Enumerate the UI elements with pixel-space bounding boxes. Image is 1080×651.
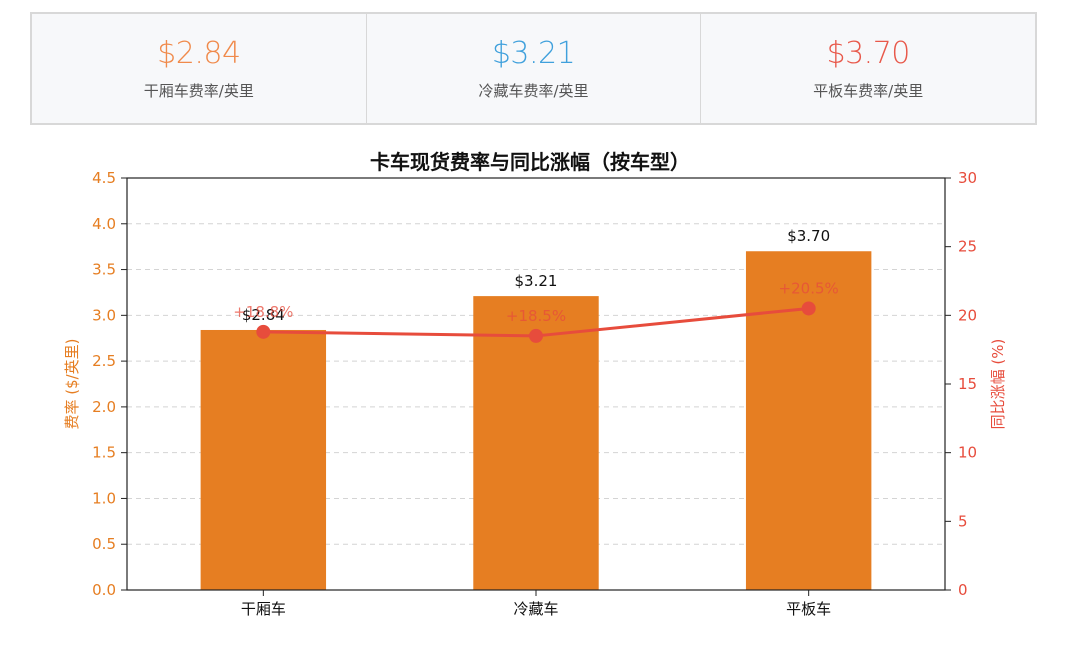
yoy-point — [256, 324, 271, 339]
y-tick-label: 2.0 — [92, 398, 116, 416]
y2-tick-label: 15 — [958, 375, 977, 393]
y-tick-label: 1.5 — [92, 444, 116, 462]
bar-value-label: $3.70 — [787, 227, 830, 245]
y2-tick-label: 5 — [958, 512, 968, 530]
bar-value-label: $3.21 — [515, 272, 558, 290]
y-tick-label: 2.5 — [92, 352, 116, 370]
bar-layer — [200, 251, 872, 590]
kpi-value: $3.21 — [491, 36, 576, 71]
y-tick-label: 0.5 — [92, 535, 116, 553]
y-tick-label: 4.0 — [92, 215, 116, 233]
y2-tick-label: 10 — [958, 444, 977, 462]
kpi-strip: $2.84 干厢车费率/英里 $3.21 冷藏车费率/英里 $3.70 平板车费… — [30, 12, 1037, 125]
kpi-card-reefer: $3.21 冷藏车费率/英里 — [367, 14, 702, 123]
y2-tick-label: 20 — [958, 306, 977, 324]
kpi-value: $2.84 — [157, 36, 241, 71]
y2-tick-label: 25 — [958, 238, 977, 256]
x-tick-label: 平板车 — [786, 600, 831, 618]
yoy-point — [529, 328, 543, 343]
y-tick-label: 1.0 — [92, 489, 116, 507]
chart-title: 卡车现货费率与同比涨幅（按车型） — [370, 150, 690, 174]
y2-tick-label: 30 — [958, 169, 977, 187]
kpi-label: 平板车费率/英里 — [813, 82, 924, 100]
yoy-value-label: +18.8% — [233, 303, 293, 321]
kpi-label: 干厢车费率/英里 — [143, 82, 254, 100]
x-tick-label: 干厢车 — [241, 600, 286, 618]
yoy-point — [801, 301, 816, 316]
y-tick-label: 3.5 — [92, 261, 116, 279]
yoy-value-label: +18.5% — [506, 307, 566, 325]
bar — [200, 329, 327, 590]
x-tick-label: 冷藏车 — [513, 600, 558, 618]
y-tick-label: 4.5 — [92, 169, 116, 187]
kpi-card-dry-van: $2.84 干厢车费率/英里 — [32, 14, 367, 123]
kpi-card-flatbed: $3.70 平板车费率/英里 — [701, 14, 1035, 123]
combo-chart: 卡车现货费率与同比涨幅（按车型） 0.0 0.5 1.0 1.5 2.0 2.5 3.0 3.… — [63, 150, 1007, 618]
y-axis-title: 费率 ($/英里) — [63, 338, 81, 429]
y2-tick-label: 0 — [958, 581, 968, 599]
kpi-label: 冷藏车费率/英里 — [478, 82, 589, 100]
kpi-value: $3.70 — [826, 36, 910, 71]
y2-axis-title: 同比涨幅 (%) — [989, 339, 1007, 430]
y-tick-label: 0.0 — [92, 581, 116, 599]
yoy-value-label: +20.5% — [779, 279, 839, 297]
y-tick-label: 3.0 — [92, 306, 116, 324]
